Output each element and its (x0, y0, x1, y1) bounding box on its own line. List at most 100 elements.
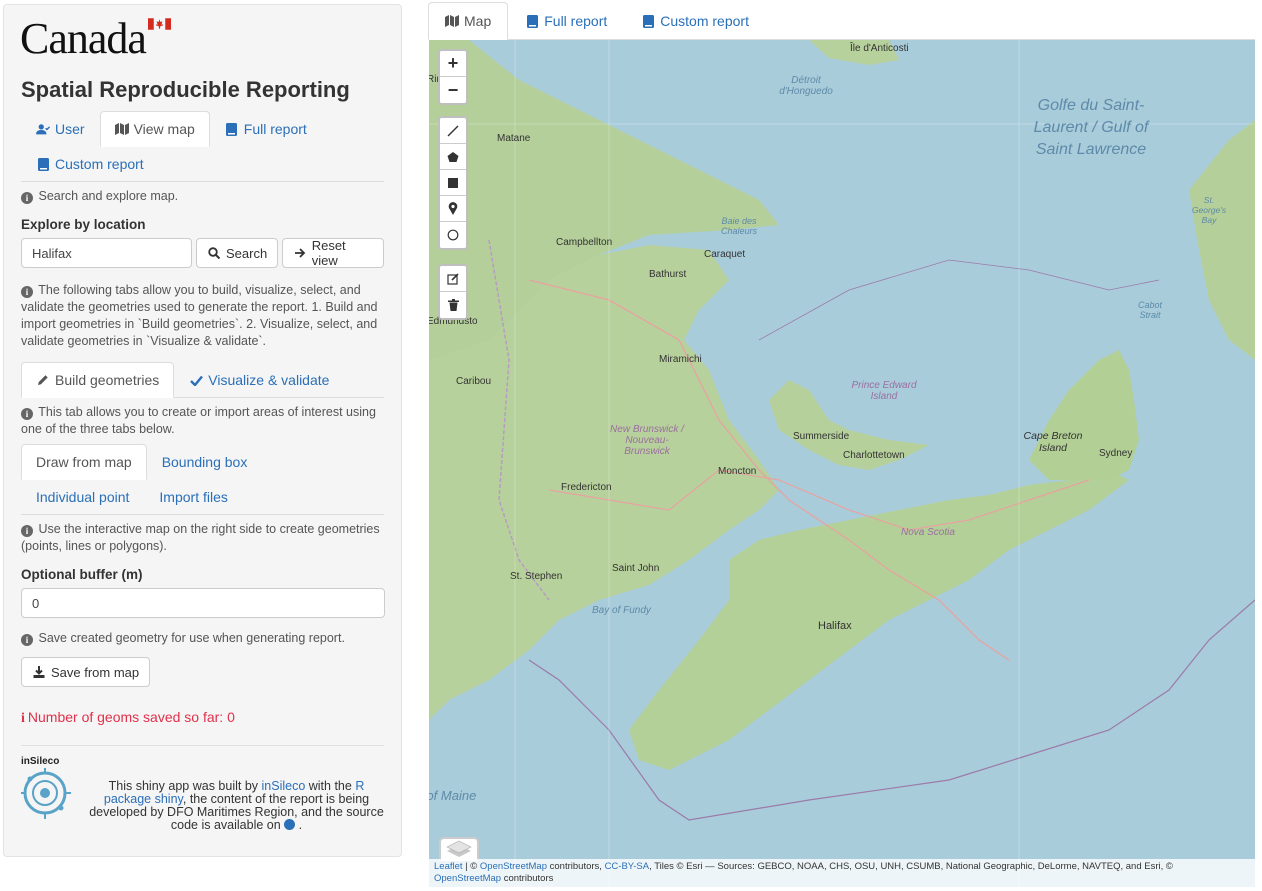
map-attribution: Leaflet | © OpenStreetMap contributors, … (429, 859, 1255, 887)
save-info: i Save created geometry for use when gen… (21, 630, 384, 647)
save-row: Save from map (21, 657, 384, 687)
edit-icon[interactable] (440, 266, 466, 292)
insileco-link[interactable]: inSileco (262, 779, 306, 793)
zoom-out-button[interactable]: − (440, 77, 466, 103)
user-icon (36, 122, 50, 136)
map-view[interactable]: Île d'Anticosti Matane Campbellton Bathu… (429, 40, 1255, 887)
build-info-text: This tab allows you to create or import … (21, 405, 376, 436)
canada-wordmark: Canada (20, 14, 147, 63)
water-label-pei: Prince Edward Island (851, 380, 917, 402)
map-label-cape-breton: Cape Breton Island (1023, 430, 1083, 454)
check-icon (189, 373, 203, 387)
search-button-label: Search (226, 245, 268, 261)
tab-full-report[interactable]: Full report (210, 111, 322, 147)
tab-bounding-box-label: Bounding box (161, 454, 248, 470)
rectangle-icon[interactable] (440, 170, 466, 196)
trash-icon[interactable] (440, 292, 466, 318)
tab-main-full-report[interactable]: Full report (508, 2, 624, 40)
map-label-bathurst: Bathurst (649, 269, 687, 280)
search-info: i Search and explore map. (21, 188, 384, 205)
buffer-label: Optional buffer (m) (21, 567, 143, 582)
tab-bounding-box[interactable]: Bounding box (147, 444, 263, 480)
water-label-cabot: Cabot Strait (1137, 300, 1163, 320)
tab-custom-report-label: Custom report (55, 156, 144, 172)
book-icon (641, 14, 655, 28)
tab-user[interactable]: User (21, 111, 100, 147)
reset-view-button[interactable]: Reset view (282, 238, 384, 268)
tab-import-files-label: Import files (159, 489, 228, 505)
leaflet-link[interactable]: Leaflet (434, 861, 463, 872)
circle-icon[interactable] (440, 222, 466, 248)
tab-map[interactable]: Map (428, 2, 509, 40)
water-label-ns: Nova Scotia (901, 527, 955, 538)
map-label-sydney: Sydney (1099, 448, 1133, 459)
pencil-icon (36, 373, 50, 387)
build-info: i This tab allows you to create or impor… (21, 404, 384, 438)
footer-text-4: . (295, 818, 303, 832)
tab-view-map[interactable]: View map (99, 111, 210, 147)
osm-link[interactable]: OpenStreetMap (480, 861, 547, 872)
map-label-miramichi: Miramichi (659, 354, 702, 365)
draw-tabs: Draw from map Bounding box Individual po… (21, 444, 384, 515)
tab-custom-report[interactable]: Custom report (21, 146, 159, 182)
info-icon: i (21, 525, 33, 537)
attribution-contributors-1: contributors (549, 861, 600, 872)
polygon-icon[interactable] (440, 144, 466, 170)
map-label-summerside: Summerside (793, 431, 850, 442)
tab-visualize-validate[interactable]: Visualize & validate (174, 362, 344, 398)
footer-text-2: with the (305, 779, 356, 793)
tabs-info: i The following tabs allow you to build,… (21, 282, 384, 350)
divider (21, 745, 384, 746)
water-label-nb: New Brunswick / Nouveau-Brunswick (610, 424, 684, 457)
map-label-moncton: Moncton (718, 466, 757, 477)
zoom-in-button[interactable]: + (440, 51, 466, 77)
map-label-saint-john: Saint John (612, 563, 660, 574)
download-icon (32, 665, 46, 679)
layers-control-button[interactable] (439, 837, 479, 861)
footer-text: This shiny app was built by inSileco wit… (89, 756, 384, 832)
draw-toolbar (438, 116, 468, 250)
info-icon: i (21, 634, 33, 646)
tab-import-files[interactable]: Import files (144, 479, 242, 515)
buffer-input[interactable] (21, 588, 385, 618)
tab-build-geometries[interactable]: Build geometries (21, 362, 175, 398)
info-icon: i (21, 286, 33, 298)
github-icon[interactable] (284, 819, 296, 830)
tab-user-label: User (55, 121, 85, 137)
draw-info-text: Use the interactive map on the right sid… (21, 522, 380, 553)
save-from-map-label: Save from map (51, 664, 140, 680)
tab-full-report-label: Full report (243, 121, 307, 137)
osm-link-2[interactable]: OpenStreetMap (434, 873, 501, 884)
layers-icon (446, 840, 472, 857)
tab-main-custom-report[interactable]: Custom report (624, 2, 766, 40)
water-label-detroit: Détroit d'Honguedo (779, 75, 833, 97)
tab-map-label: Map (464, 13, 492, 29)
map-label-charlottetown: Charlottetown (843, 450, 905, 461)
book-icon (225, 122, 239, 136)
tab-build-geometries-label: Build geometries (55, 372, 160, 388)
cc-by-sa-link[interactable]: CC-BY-SA (605, 861, 650, 872)
location-search-input[interactable] (21, 238, 192, 268)
marker-icon[interactable] (440, 196, 466, 222)
info-icon: i (21, 408, 33, 420)
map-icon (445, 14, 459, 28)
tab-individual-point[interactable]: Individual point (21, 479, 144, 515)
water-label-fundy: Bay of Fundy (592, 605, 651, 616)
attribution-contributors-2: contributors (503, 873, 554, 884)
search-button[interactable]: Search (196, 238, 279, 268)
tab-draw-from-map-label: Draw from map (36, 454, 132, 470)
map-label-fredericton: Fredericton (561, 482, 612, 493)
search-info-text: Search and explore map. (38, 189, 179, 203)
water-label-maine: Gulf of Maine (429, 788, 477, 803)
attribution-rest: , Tiles © Esri — Sources: GEBCO, NOAA, C… (649, 861, 1173, 872)
insileco-logo: inSileco (21, 756, 79, 824)
polyline-icon[interactable] (440, 118, 466, 144)
save-from-map-button[interactable]: Save from map (21, 657, 151, 687)
water-label-stgeorge: St. George's Bay (1191, 195, 1227, 225)
info-icon: i (21, 192, 33, 204)
map-basemap (429, 40, 1255, 887)
tab-draw-from-map[interactable]: Draw from map (21, 444, 147, 480)
water-label-chaleurs: Baie des Chaleurs (720, 216, 758, 236)
zoom-control: + − (438, 49, 468, 105)
tabs-info-text: The following tabs allow you to build, v… (21, 283, 378, 348)
